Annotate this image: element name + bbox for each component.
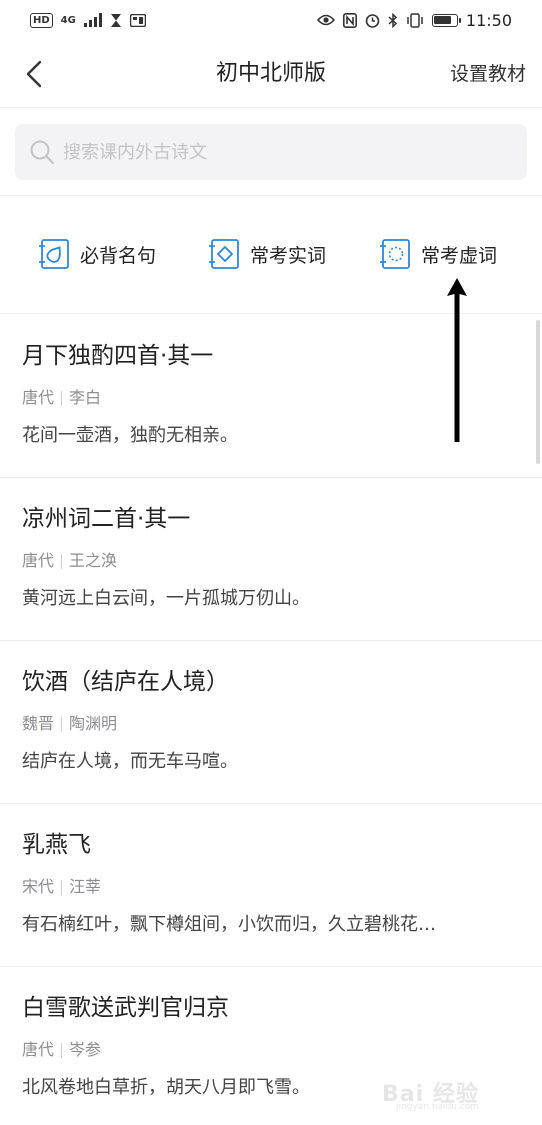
status-time: 11:50 [465, 10, 512, 30]
watermark-subtext: jingyan.baidu.com [396, 1102, 480, 1112]
poem-excerpt: 结庐在人境，而无车马喧。 [22, 751, 238, 772]
meta-divider [61, 879, 63, 895]
battery-fill [434, 16, 452, 24]
poem-excerpt: 花间一壶酒，独酌无相亲。 [22, 425, 238, 446]
poem-meta: 唐代 李白 [22, 387, 520, 409]
search-bar[interactable] [15, 124, 527, 180]
meta-divider [61, 390, 63, 406]
poem-meta: 唐代 王之涣 [22, 550, 520, 572]
category-function-words[interactable]: 常考虚词 [379, 234, 497, 274]
poem-title: 乳燕飞 [22, 832, 91, 858]
poem-dynasty: 魏晋 [22, 714, 55, 733]
status-bar-right: 11:50 [316, 10, 512, 30]
dotted-circle-book-icon [380, 239, 410, 269]
meta-divider [61, 553, 63, 569]
poem-meta: 魏晋 陶渊明 [22, 713, 520, 735]
poem-list: 月下独酌四首·其一 唐代 李白 花间一壶酒，独酌无相亲。 凉州词二首·其一 唐代… [0, 315, 542, 1125]
poem-author: 李白 [69, 388, 102, 407]
poem-author: 陶渊明 [69, 714, 118, 733]
poem-author: 岑参 [69, 1040, 102, 1059]
network-type: 4G [60, 14, 76, 26]
category-label: 必背名句 [80, 244, 157, 267]
category-label: 常考虚词 [421, 244, 498, 267]
alarm-icon [365, 13, 380, 28]
poem-author: 汪莘 [69, 877, 102, 896]
vibrate-icon [407, 12, 423, 28]
poem-excerpt: 黄河远上白云间，一片孤城万仞山。 [22, 588, 310, 609]
poem-meta: 唐代 岑参 [22, 1039, 520, 1061]
poem-dynasty: 唐代 [22, 1040, 55, 1059]
status-bar-left: HD 4G [30, 12, 146, 28]
notification-app-icon [129, 13, 146, 27]
list-item[interactable]: 凉州词二首·其一 唐代 王之涣 黄河远上白云间，一片孤城万仞山。 [0, 478, 542, 641]
category-label: 常考实词 [250, 244, 327, 267]
poem-dynasty: 唐代 [22, 551, 55, 570]
poem-dynasty: 唐代 [22, 388, 55, 407]
poem-dynasty: 宋代 [22, 877, 55, 896]
watermark: Bai 经验 jingyan.baidu.com [382, 1070, 512, 1114]
poem-title: 白雪歌送武判官归京 [22, 995, 229, 1021]
category-content-words[interactable]: 常考实词 [208, 234, 326, 274]
poem-author: 王之涣 [69, 551, 118, 570]
meta-divider [61, 716, 63, 732]
nav-bar: 初中北师版 设置教材 [0, 40, 542, 108]
status-bar: HD 4G 11:50 [0, 0, 542, 40]
hd-badge: HD [30, 12, 53, 28]
eye-icon [316, 14, 335, 26]
poem-title: 凉州词二首·其一 [22, 506, 191, 532]
nfc-icon [342, 12, 357, 28]
poem-title: 饮酒（结庐在人境） [22, 669, 229, 695]
drop-book-icon [39, 239, 69, 269]
battery-icon [431, 13, 461, 27]
list-item[interactable]: 乳燕飞 宋代 汪莘 有石楠红叶，飘下樽俎间，小饮而归，久立碧桃花… [0, 804, 542, 967]
diamond-book-icon [209, 239, 239, 269]
poem-meta: 宋代 汪莘 [22, 876, 520, 898]
search-section [0, 108, 542, 196]
list-item[interactable]: 饮酒（结庐在人境） 魏晋 陶渊明 结庐在人境，而无车马喧。 [0, 641, 542, 804]
list-item[interactable]: 月下独酌四首·其一 唐代 李白 花间一壶酒，独酌无相亲。 [0, 315, 542, 478]
hourglass-icon [110, 13, 121, 27]
search-icon [30, 140, 55, 165]
bluetooth-icon [388, 12, 397, 28]
meta-divider [61, 1042, 63, 1058]
back-arrow-icon [26, 60, 42, 88]
signal-icon [83, 13, 102, 27]
search-input[interactable] [63, 141, 503, 163]
poem-title: 月下独酌四首·其一 [22, 343, 214, 369]
back-button[interactable] [14, 54, 54, 94]
poem-excerpt: 有石楠红叶，飘下樽俎间，小饮而归，久立碧桃花… [22, 914, 436, 935]
set-textbook-button[interactable]: 设置教材 [450, 40, 526, 108]
category-famous-lines[interactable]: 必背名句 [38, 234, 156, 274]
